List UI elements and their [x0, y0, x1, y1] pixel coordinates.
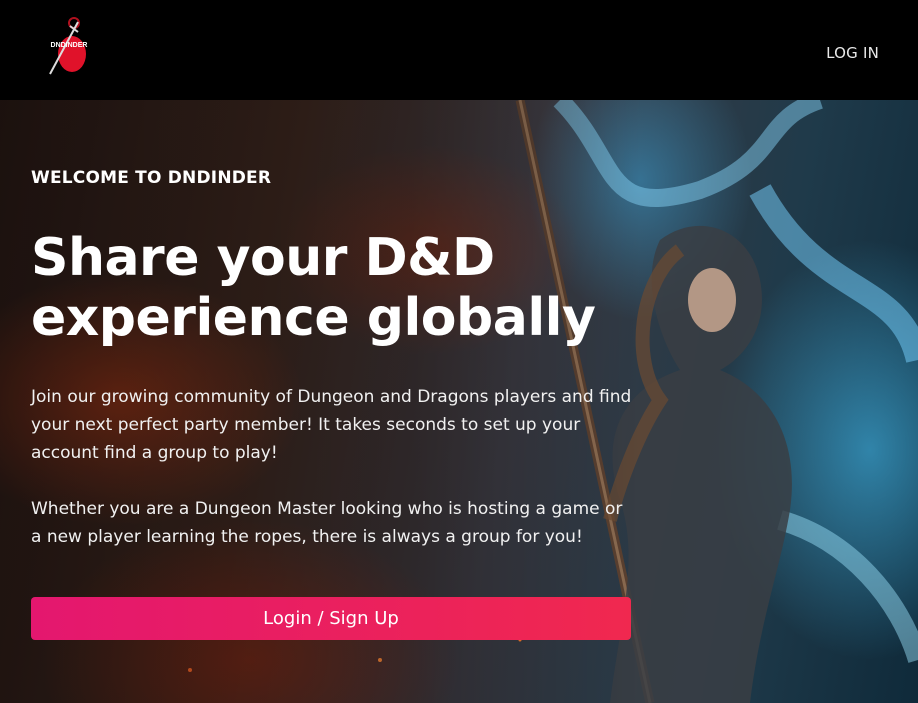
hero-headline: Share your D&D experience globally — [31, 228, 596, 348]
welcome-eyebrow: WELCOME TO DNDINDER — [31, 168, 272, 188]
logo-wordmark: DNDINDER — [51, 42, 88, 49]
hero-section: WELCOME TO DNDINDER Share your D&D exper… — [0, 100, 918, 703]
log-in-link[interactable]: LOG IN — [826, 44, 879, 62]
dndinder-logo[interactable]: DNDINDER — [44, 16, 94, 76]
top-navbar: DNDINDER LOG IN — [0, 0, 918, 100]
audience-paragraph: Whether you are a Dungeon Master looking… — [31, 499, 623, 547]
intro-paragraph: Join our growing community of Dungeon an… — [31, 387, 632, 463]
login-signup-button[interactable]: Login / Sign Up — [31, 597, 631, 640]
